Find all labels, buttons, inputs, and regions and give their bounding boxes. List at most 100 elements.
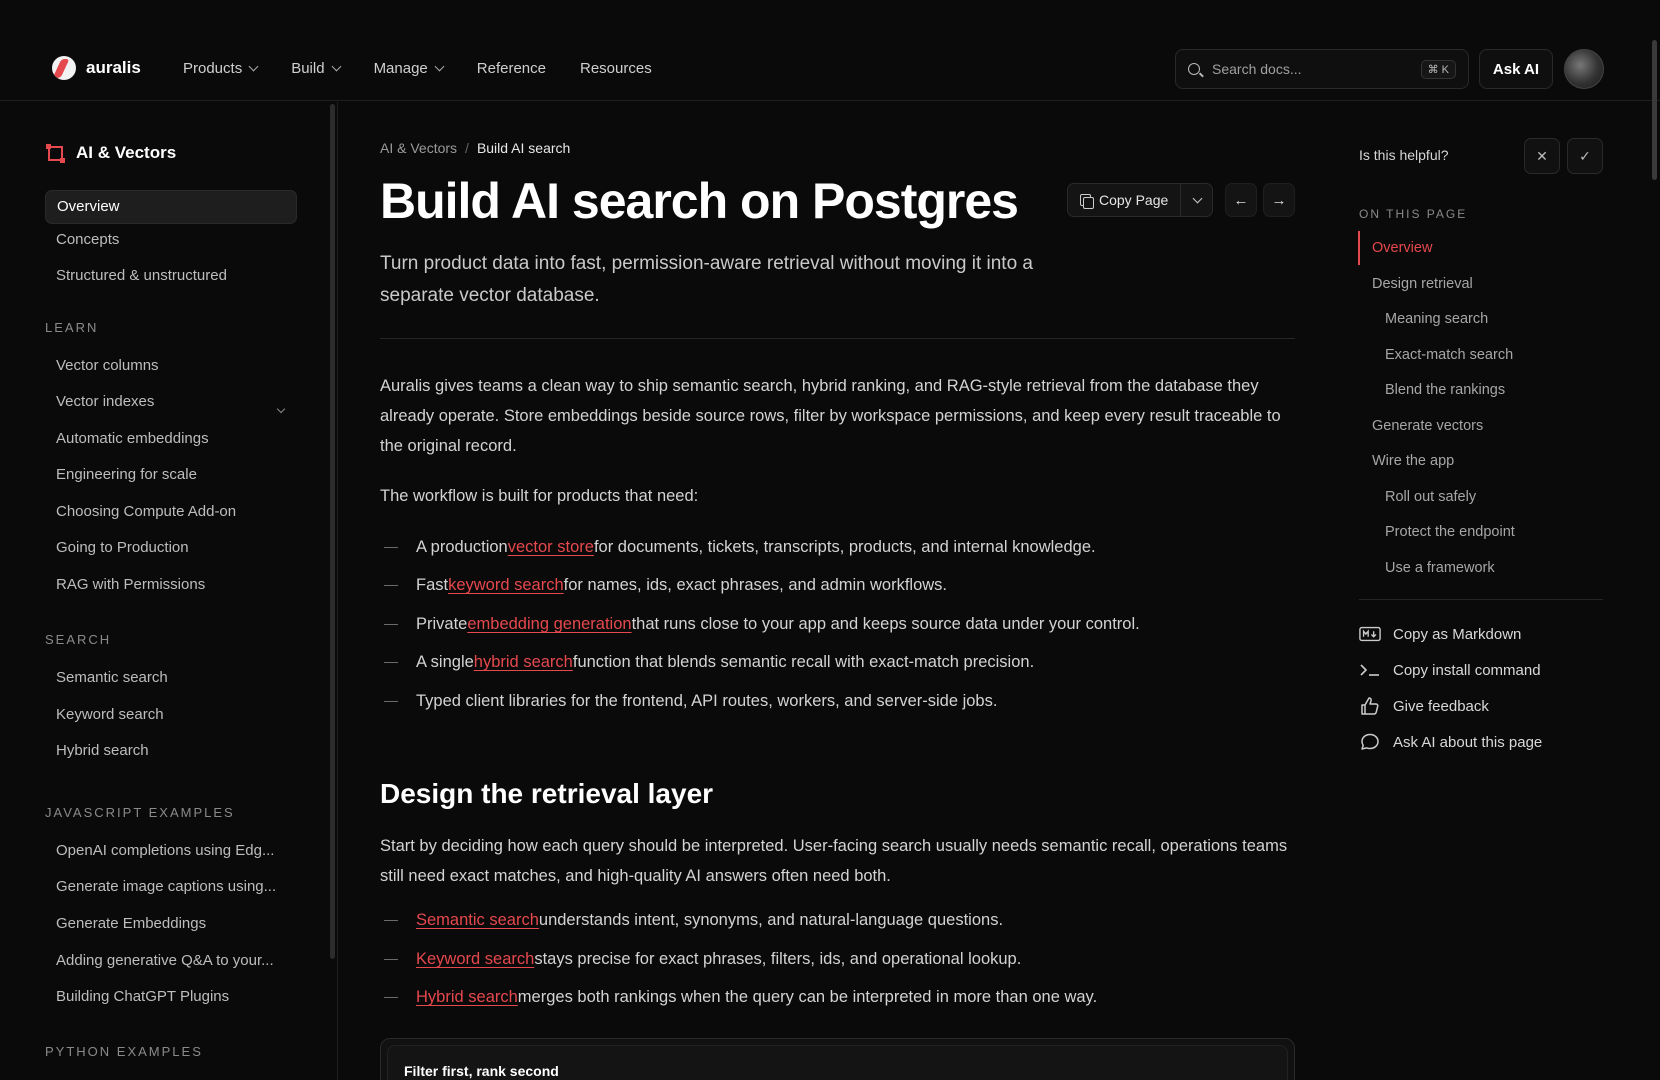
toc-generate-vectors[interactable]: Generate vectors — [1372, 418, 1483, 434]
breadcrumb-separator: / — [465, 140, 469, 156]
helpful-button[interactable]: ✓ — [1567, 138, 1603, 174]
copy-page-label: Copy Page — [1099, 192, 1169, 208]
sidebar-item-vector-columns[interactable]: Vector columns — [56, 357, 296, 374]
copy-page-group: Copy Page — [1067, 183, 1214, 217]
list-item-text: function that blends semantic recall wit… — [572, 653, 1035, 671]
nav-reference[interactable]: Reference — [477, 60, 546, 77]
sidebar-item-semantic-search[interactable]: Semantic search — [56, 669, 296, 686]
copy-page-dropdown[interactable] — [1180, 184, 1212, 216]
sidebar-item-concepts[interactable]: Concepts — [56, 231, 296, 248]
copy-icon — [1080, 194, 1094, 209]
list-item-text: Typed client libraries for the frontend,… — [416, 692, 998, 710]
ask-ai-button[interactable]: Ask AI — [1479, 49, 1553, 89]
divider — [1359, 599, 1603, 600]
workflow-lead: The workflow is built for products that … — [380, 487, 699, 505]
chat-bubble-icon — [1359, 733, 1381, 751]
sidebar-item-engineering-scale[interactable]: Engineering for scale — [56, 466, 296, 483]
page-scrollbar-thumb[interactable] — [1652, 40, 1657, 180]
embedding-generation-link[interactable]: embedding generation — [467, 615, 631, 634]
brand-name: auralis — [86, 58, 141, 77]
toc-design-retrieval[interactable]: Design retrieval — [1372, 276, 1473, 292]
nav-manage[interactable]: Manage — [373, 60, 445, 77]
sidebar-item-generate-embeddings[interactable]: Generate Embeddings — [56, 915, 296, 932]
search-input[interactable] — [1212, 61, 1402, 77]
list-item-text: A single — [416, 653, 474, 671]
sidebar-heading: AI & Vectors — [46, 143, 176, 163]
copy-markdown-action[interactable]: Copy as Markdown — [1359, 625, 1521, 643]
not-helpful-button[interactable]: ✕ — [1524, 138, 1560, 174]
nav-label: Resources — [580, 60, 652, 77]
hybrid-search-link[interactable]: hybrid search — [474, 653, 573, 672]
sidebar-item-openai-completions[interactable]: OpenAI completions using Edg... — [56, 842, 296, 859]
toc-overview[interactable]: Overview — [1372, 240, 1432, 256]
sidebar-section-learn: LEARN — [45, 320, 99, 335]
dash-icon — [384, 546, 398, 549]
hybrid-search-link[interactable]: Hybrid search — [416, 988, 518, 1007]
copy-page-button[interactable]: Copy Page — [1068, 184, 1180, 216]
toc-use-framework[interactable]: Use a framework — [1385, 560, 1495, 576]
avatar[interactable] — [1564, 49, 1604, 89]
sidebar-item-compute-addon[interactable]: Choosing Compute Add-on — [56, 503, 296, 520]
list-item-text: that runs close to your app and keeps so… — [631, 615, 1140, 633]
on-this-page-title: ON THIS PAGE — [1359, 207, 1468, 221]
brand-logo-icon — [52, 56, 76, 80]
sidebar-item-production[interactable]: Going to Production — [56, 539, 296, 556]
nav-label: Manage — [373, 60, 428, 77]
list-item: Typed client libraries for the frontend,… — [384, 692, 997, 711]
brand[interactable]: auralis — [52, 56, 141, 80]
check-icon: ✓ — [1579, 147, 1591, 164]
vector-store-link[interactable]: vector store — [508, 538, 594, 557]
dash-icon — [384, 700, 398, 703]
nav-build[interactable]: Build — [291, 60, 342, 77]
nav-label: Reference — [476, 60, 546, 77]
helpful-prompt: Is this helpful? — [1359, 147, 1449, 163]
action-label: Copy as Markdown — [1393, 625, 1522, 643]
close-icon: ✕ — [1536, 147, 1548, 164]
sidebar-scrollbar[interactable] — [330, 104, 335, 959]
nav-products[interactable]: Products — [183, 60, 259, 77]
ask-ai-page-action[interactable]: Ask AI about this page — [1359, 733, 1542, 751]
semantic-search-link[interactable]: Semantic search — [416, 911, 539, 930]
markdown-icon — [1359, 625, 1381, 643]
search-box[interactable]: ⌘ K — [1175, 49, 1469, 89]
sidebar-item-hybrid-search[interactable]: Hybrid search — [56, 742, 296, 759]
divider — [380, 338, 1295, 339]
sidebar-section-js-examples: JAVASCRIPT EXAMPLES — [45, 805, 235, 820]
list-item-text: A production — [416, 538, 508, 556]
terminal-icon — [1359, 661, 1381, 679]
breadcrumb-parent[interactable]: AI & Vectors — [380, 140, 457, 156]
sidebar-item-chatgpt-plugins[interactable]: Building ChatGPT Plugins — [56, 988, 296, 1005]
toc-meaning-search[interactable]: Meaning search — [1385, 311, 1488, 327]
next-page-button[interactable]: → — [1263, 183, 1295, 217]
sidebar-item-vector-indexes[interactable]: Vector indexes — [56, 393, 296, 410]
sidebar-item-overview[interactable]: Overview — [45, 190, 297, 224]
nav-label: Build — [291, 60, 325, 77]
nav-resources[interactable]: Resources — [580, 60, 652, 77]
previous-page-button[interactable]: ← — [1225, 183, 1257, 217]
toc-exact-match-search[interactable]: Exact-match search — [1385, 347, 1513, 363]
sidebar-item-keyword-search[interactable]: Keyword search — [56, 706, 296, 723]
dash-icon — [384, 958, 398, 961]
keyword-search-link[interactable]: Keyword search — [416, 950, 534, 969]
chevron-down-icon — [434, 61, 445, 72]
list-item: A single hybrid search function that ble… — [384, 653, 1034, 672]
sidebar-item-image-captions[interactable]: Generate image captions using... — [56, 878, 296, 895]
page-subtitle: Turn product data into fast, permission-… — [380, 253, 1033, 306]
vector-icon — [46, 143, 65, 163]
sidebar-item-automatic-embeddings[interactable]: Automatic embeddings — [56, 430, 296, 447]
page-title: Build AI search on Postgres — [380, 173, 1019, 229]
sidebar-item-rag-permissions[interactable]: RAG with Permissions — [56, 576, 296, 593]
arrow-right-icon: → — [1271, 191, 1287, 209]
copy-install-action[interactable]: Copy install command — [1359, 661, 1541, 679]
keyword-search-link[interactable]: keyword search — [448, 576, 564, 595]
sidebar-item-generative-qa[interactable]: Adding generative Q&A to your... — [56, 952, 296, 969]
toc-blend-rankings[interactable]: Blend the rankings — [1385, 382, 1505, 398]
toc-protect-endpoint[interactable]: Protect the endpoint — [1385, 524, 1515, 540]
section-heading-retrieval: Design the retrieval layer — [380, 778, 714, 809]
give-feedback-action[interactable]: Give feedback — [1359, 697, 1489, 715]
toc-roll-out[interactable]: Roll out safely — [1385, 489, 1476, 505]
sidebar-item-structured[interactable]: Structured & unstructured — [56, 267, 296, 284]
list-item-text: Private — [416, 615, 468, 633]
toc-wire-app[interactable]: Wire the app — [1372, 453, 1454, 469]
chevron-down-icon — [248, 61, 259, 72]
